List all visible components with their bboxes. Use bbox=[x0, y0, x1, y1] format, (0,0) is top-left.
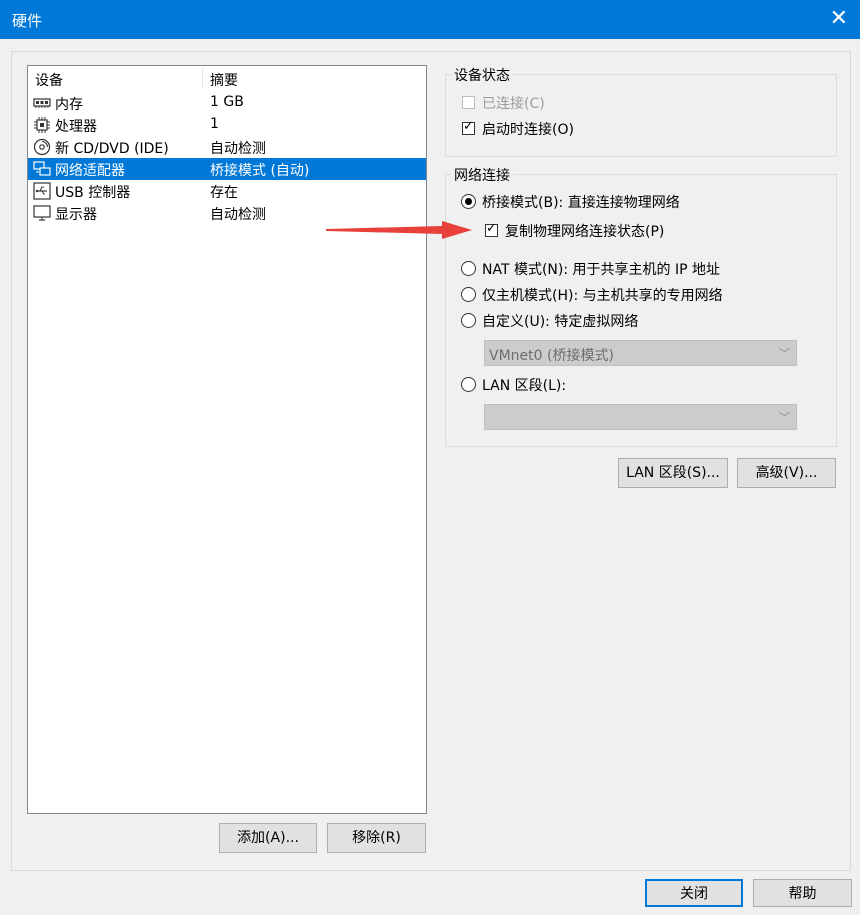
add-device-button[interactable]: 添加(A)... bbox=[219, 823, 317, 853]
device-name: 显示器 bbox=[55, 207, 97, 223]
connect-at-power-on-label: 启动时连接(O) bbox=[482, 122, 574, 138]
lan-segment-select[interactable]: ﹀ bbox=[484, 404, 797, 430]
window-title: 硬件 bbox=[12, 12, 43, 30]
remove-device-button[interactable]: 移除(R) bbox=[327, 823, 426, 853]
device-row-network-adapter[interactable]: 网络适配器 桥接模式 (自动) bbox=[28, 158, 426, 180]
device-status-title: 设备状态 bbox=[451, 65, 513, 85]
column-header-summary[interactable]: 摘要 bbox=[210, 70, 238, 90]
connected-label: 已连接(C) bbox=[482, 96, 545, 112]
chevron-down-icon: ﹀ bbox=[779, 411, 790, 424]
device-list-header: 设备 摘要 bbox=[28, 66, 426, 90]
help-button[interactable]: 帮助 bbox=[753, 879, 852, 907]
device-name: USB 控制器 bbox=[55, 185, 131, 201]
connect-at-power-on-checkbox[interactable]: ✓ bbox=[462, 119, 475, 135]
close-icon[interactable]: ✕ bbox=[830, 6, 848, 32]
radio-selected-dot bbox=[465, 198, 472, 205]
replicate-state-label: 复制物理网络连接状态(P) bbox=[505, 224, 665, 240]
device-summary: 自动检测 bbox=[210, 141, 266, 157]
column-header-device[interactable]: 设备 bbox=[35, 70, 63, 90]
check-mark-icon: ✓ bbox=[486, 221, 497, 236]
advanced-button[interactable]: 高级(V)... bbox=[737, 458, 836, 488]
bridged-label: 桥接模式(B): 直接连接物理网络 bbox=[482, 195, 680, 211]
device-row-memory[interactable]: 内存 1 GB bbox=[28, 92, 426, 114]
network-adapter-icon bbox=[33, 161, 51, 176]
check-mark-icon: ✓ bbox=[463, 119, 474, 134]
device-summary: 1 bbox=[210, 116, 219, 132]
host-only-label: 仅主机模式(H): 与主机共享的专用网络 bbox=[482, 288, 723, 304]
device-name: 网络适配器 bbox=[55, 163, 125, 179]
title-bar: 硬件 ✕ bbox=[0, 0, 860, 39]
custom-network-select[interactable]: VMnet0 (桥接模式) ﹀ bbox=[484, 340, 797, 366]
usb-icon bbox=[33, 182, 51, 200]
memory-icon bbox=[33, 98, 51, 108]
custom-label: 自定义(U): 特定虚拟网络 bbox=[482, 314, 639, 330]
device-row-cpu[interactable]: 处理器 1 bbox=[28, 114, 426, 136]
cd-dvd-icon bbox=[33, 138, 51, 156]
nat-label: NAT 模式(N): 用于共享主机的 IP 地址 bbox=[482, 262, 720, 278]
replicate-state-checkbox[interactable]: ✓ bbox=[485, 221, 498, 237]
cpu-icon bbox=[34, 117, 50, 133]
lan-segments-button[interactable]: LAN 区段(S)... bbox=[618, 458, 728, 488]
column-separator[interactable] bbox=[202, 68, 203, 88]
close-button[interactable]: 关闭 bbox=[645, 879, 743, 907]
display-icon bbox=[33, 205, 51, 221]
device-summary: 自动检测 bbox=[210, 207, 266, 223]
device-summary: 存在 bbox=[210, 185, 238, 201]
device-summary: 桥接模式 (自动) bbox=[210, 163, 310, 179]
device-name: 处理器 bbox=[55, 119, 97, 135]
bridged-radio[interactable] bbox=[461, 194, 476, 209]
custom-network-value: VMnet0 (桥接模式) bbox=[489, 348, 614, 364]
lan-segment-label: LAN 区段(L): bbox=[482, 378, 567, 394]
network-connection-title: 网络连接 bbox=[451, 165, 513, 185]
device-status-group bbox=[445, 74, 837, 157]
connected-checkbox[interactable] bbox=[462, 96, 475, 109]
device-row-cd-dvd[interactable]: 新 CD/DVD (IDE) 自动检测 bbox=[28, 136, 426, 158]
device-name: 新 CD/DVD (IDE) bbox=[55, 141, 169, 157]
lan-segment-radio[interactable] bbox=[461, 377, 476, 392]
device-name: 内存 bbox=[55, 97, 83, 113]
nat-radio[interactable] bbox=[461, 261, 476, 276]
host-only-radio[interactable] bbox=[461, 287, 476, 302]
device-list[interactable]: 设备 摘要 内存 1 GB 处理器 1 新 CD/DVD (IDE) 自动检测 … bbox=[27, 65, 427, 814]
device-row-usb[interactable]: USB 控制器 存在 bbox=[28, 180, 426, 202]
chevron-down-icon: ﹀ bbox=[779, 347, 790, 360]
annotation-arrow-icon bbox=[326, 221, 472, 239]
custom-radio[interactable] bbox=[461, 313, 476, 328]
device-summary: 1 GB bbox=[210, 94, 244, 110]
